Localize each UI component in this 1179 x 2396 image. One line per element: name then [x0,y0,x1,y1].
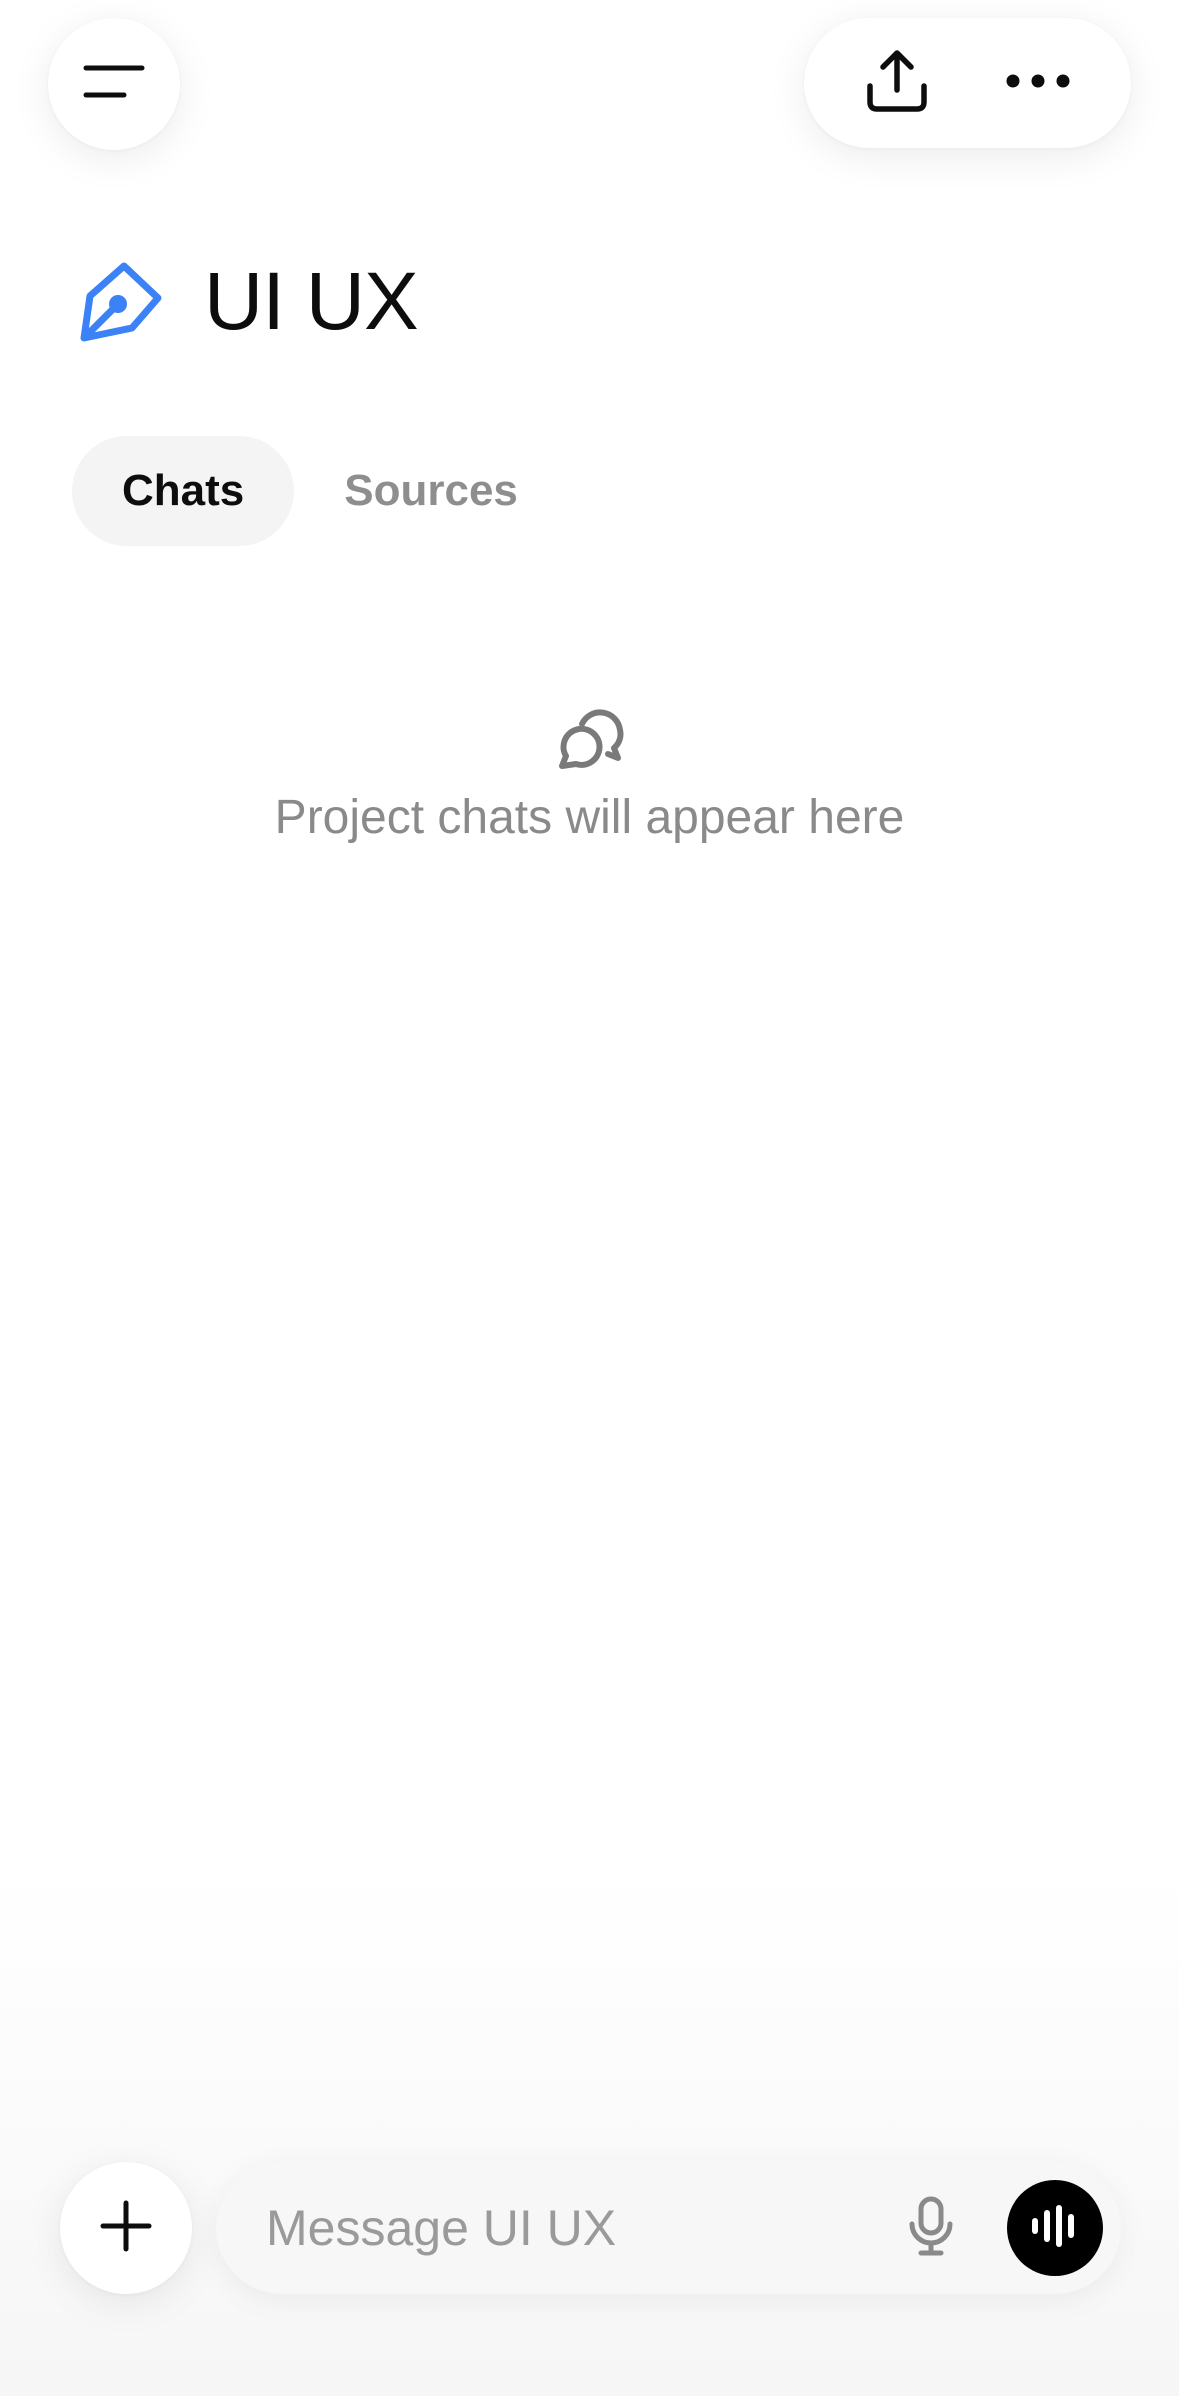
microphone-icon [907,2196,955,2261]
project-tabs: Chats Sources [72,436,568,546]
header-actions [804,18,1131,148]
message-input[interactable] [264,2198,883,2258]
plus-icon [100,2200,152,2257]
page-title: UI UX [204,256,419,347]
sidebar-menu-button[interactable] [48,18,180,150]
empty-state-text: Project chats will appear here [274,791,905,844]
more-options-button[interactable] [983,28,1093,138]
voice-mode-button[interactable] [1007,2180,1103,2276]
share-button[interactable] [842,28,952,138]
empty-state: Project chats will appear here [0,700,1179,845]
menu-icon [82,62,146,107]
chat-bubbles-icon [552,700,628,776]
tab-chats[interactable]: Chats [72,436,295,546]
tab-sources[interactable]: Sources [294,436,568,546]
dictation-button[interactable] [883,2180,979,2276]
pen-nib-icon [76,258,164,346]
project-header: UI UX [76,252,419,352]
share-upload-icon [864,48,930,119]
project-page: UI UX Chats Sources Project chats will a… [0,0,1179,2396]
message-composer [216,2162,1121,2294]
add-attachment-button[interactable] [60,2162,192,2294]
voice-waveform-icon [1029,2204,1081,2253]
more-dots-icon [1005,73,1071,94]
